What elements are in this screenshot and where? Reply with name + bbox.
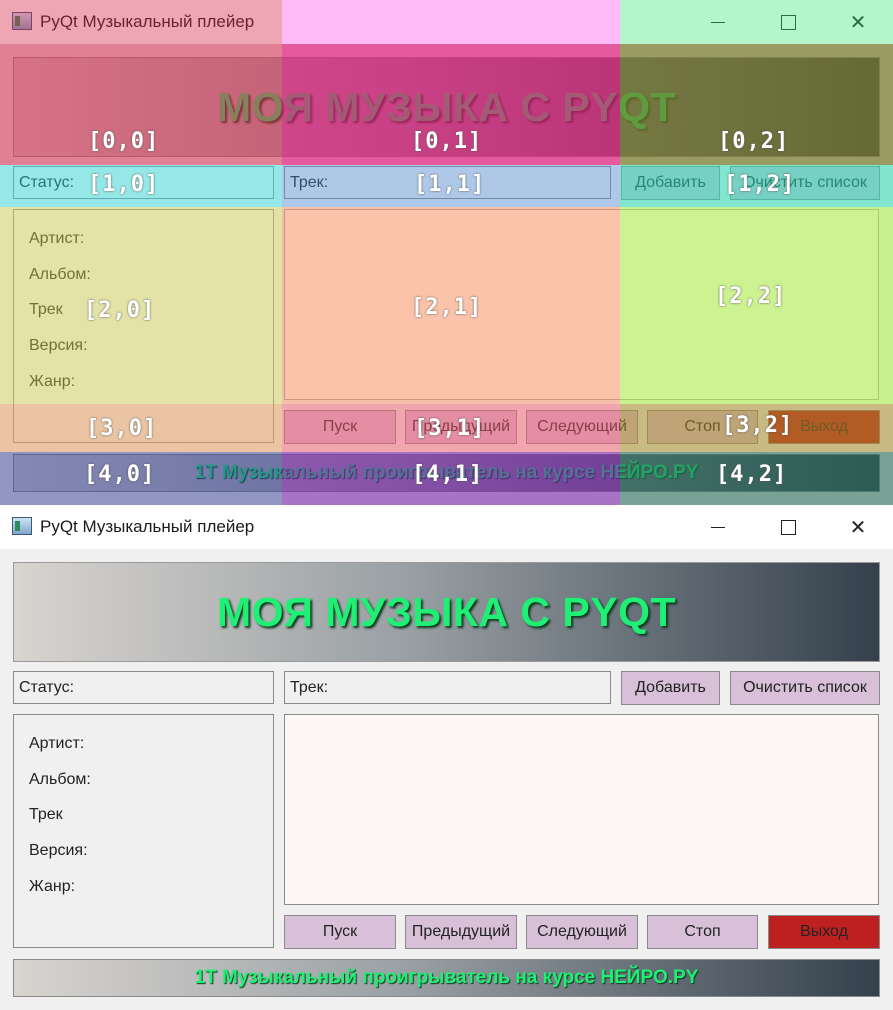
status-field: Статус: (13, 671, 274, 704)
version-label: Версия: (29, 842, 88, 859)
close-icon[interactable]: ✕ (823, 505, 893, 549)
playlist[interactable] (284, 714, 879, 905)
add-button[interactable]: Добавить (621, 166, 720, 200)
footer-banner: 1Т Музыкальный проигрыватель на курсе НЕ… (13, 454, 880, 492)
next-button[interactable]: Следующий (526, 915, 638, 949)
play-button[interactable]: Пуск (284, 410, 396, 444)
stop-button[interactable]: Стоп (647, 915, 758, 949)
maximize-icon[interactable] (753, 505, 823, 549)
footer-text: 1Т Музыкальный проигрыватель на курсе НЕ… (194, 967, 699, 988)
previous-button[interactable]: Предыдущий (405, 410, 517, 444)
header-banner: МОЯ МУЗЫКА С PYQT (13, 562, 880, 662)
title-bar: PyQt Музыкальный плейер ✕ (0, 505, 893, 549)
album-label: Альбом: (29, 771, 91, 788)
genre-label: Жанр: (29, 878, 76, 895)
track-field: Трек: (284, 166, 611, 199)
window-title: PyQt Музыкальный плейер (40, 517, 255, 536)
stop-button[interactable]: Стоп (647, 410, 758, 444)
header-title: МОЯ МУЗЫКА С PYQT (217, 83, 676, 130)
clear-list-button[interactable]: Очистить список (730, 166, 880, 200)
track-info-label: Трек (29, 806, 63, 823)
app-icon (12, 517, 32, 535)
footer-banner: 1Т Музыкальный проигрыватель на курсе НЕ… (13, 959, 880, 997)
header-banner: МОЯ МУЗЫКА С PYQT (13, 57, 880, 157)
exit-button[interactable]: Выход (768, 410, 880, 444)
minimize-icon[interactable] (683, 0, 753, 44)
track-field: Трек: (284, 671, 611, 704)
window-clean: PyQt Музыкальный плейер ✕ МОЯ МУЗЫКА С P… (0, 505, 893, 1010)
artist-label: Артист: (29, 735, 85, 752)
add-button[interactable]: Добавить (621, 671, 720, 705)
genre-label: Жанр: (29, 373, 76, 390)
header-title: МОЯ МУЗЫКА С PYQT (217, 588, 676, 635)
artist-label: Артист: (29, 230, 85, 247)
exit-button[interactable]: Выход (768, 915, 880, 949)
playlist[interactable] (284, 209, 879, 400)
version-label: Версия: (29, 337, 88, 354)
status-field: Статус: (13, 166, 274, 199)
album-label: Альбом: (29, 266, 91, 283)
track-info-panel: Артист: Альбом: Трек Версия: Жанр: (13, 209, 274, 443)
title-bar: PyQt Музыкальный плейер ✕ (0, 0, 893, 44)
clear-list-button[interactable]: Очистить список (730, 671, 880, 705)
track-info-label: Трек (29, 301, 63, 318)
window-title: PyQt Музыкальный плейер (40, 12, 255, 31)
app-icon (12, 12, 32, 30)
footer-text: 1Т Музыкальный проигрыватель на курсе НЕ… (194, 462, 699, 483)
play-button[interactable]: Пуск (284, 915, 396, 949)
previous-button[interactable]: Предыдущий (405, 915, 517, 949)
minimize-icon[interactable] (683, 505, 753, 549)
maximize-icon[interactable] (753, 0, 823, 44)
track-info-panel: Артист: Альбом: Трек Версия: Жанр: (13, 714, 274, 948)
window-annotated: PyQt Музыкальный плейер ✕ МОЯ МУЗЫКА С P… (0, 0, 893, 505)
next-button[interactable]: Следующий (526, 410, 638, 444)
close-icon[interactable]: ✕ (823, 0, 893, 44)
